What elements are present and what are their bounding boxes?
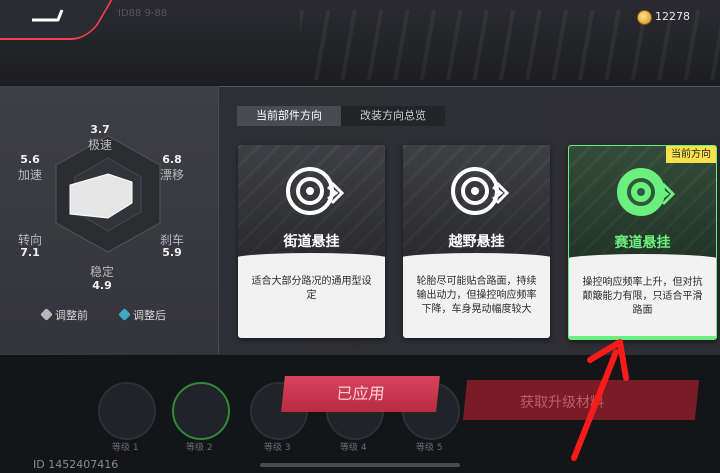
brake-disc-icon (286, 167, 344, 215)
card-title: 街道悬挂 (283, 234, 340, 250)
stat-left-top-value: 5.6 (20, 153, 40, 166)
card-title: 越野悬挂 (448, 234, 505, 250)
card-description: 轮胎尽可能贴合路面，持续输出动力，但操控响应频率下降，车身晃动幅度较大 (416, 276, 537, 315)
legend-before-label: 调整前 (55, 309, 88, 322)
card-offroad-suspension[interactable]: 越野悬挂 轮胎尽可能贴合路面，持续输出动力，但操控响应频率下降，车身晃动幅度较大 (403, 145, 550, 338)
level-slot-label: 等级 1 (112, 443, 139, 453)
stat-right-value: 5.9 (162, 246, 182, 259)
coin-icon (637, 10, 652, 25)
stat-bottom-label: 稳定 (89, 265, 114, 279)
home-indicator[interactable] (260, 463, 460, 467)
back-arrow-icon[interactable] (28, 6, 64, 24)
tab-direction-overview[interactable]: 改装方向总览 (341, 106, 445, 126)
stat-top-right-label: 漂移 (159, 168, 184, 182)
tab-current-direction[interactable]: 当前部件方向 (237, 106, 341, 126)
level-slot[interactable] (98, 382, 156, 440)
level-slot-label: 等级 4 (340, 443, 367, 453)
header-blurred-title: ID88 9-88 (118, 8, 168, 19)
stat-top-right-value: 6.8 (162, 153, 182, 166)
card-title: 赛道悬挂 (614, 235, 671, 251)
current-direction-badge: 当前方向 (666, 146, 716, 163)
brake-disc-icon (617, 168, 675, 216)
legend-after-label: 调整后 (133, 309, 166, 322)
brake-disc-icon (451, 167, 509, 215)
stat-top-label: 极速 (87, 138, 112, 152)
apply-button[interactable]: 已应用 (281, 376, 440, 412)
coin-balance: 12278 (655, 10, 690, 23)
stat-top-value: 3.7 (90, 123, 110, 136)
card-street-suspension[interactable]: 街道悬挂 适合大部分路况的通用型设定 (238, 145, 385, 338)
level-slot-label: 等级 3 (264, 443, 291, 453)
card-track-suspension[interactable]: 当前方向 赛道悬挂 操控响应频率上升，但对抗颠簸能力有限，只适合平滑路面 (568, 145, 717, 340)
level-slot-label: 等级 5 (416, 443, 443, 453)
level-slot[interactable] (172, 382, 230, 440)
top-bar-background (0, 0, 720, 88)
level-slot-label: 等级 2 (186, 443, 213, 453)
card-description: 适合大部分路况的通用型设定 (251, 276, 372, 301)
stat-left-bottom-value: 7.1 (20, 246, 40, 259)
player-id: ID 1452407416 (33, 458, 119, 471)
stat-bottom-value: 4.9 (92, 279, 112, 292)
stat-left-top-label: 加速 (17, 168, 42, 182)
annotation-arrow-icon (571, 339, 629, 461)
card-description: 操控响应频率上升，但对抗颠簸能力有限，只适合平滑路面 (582, 277, 703, 316)
